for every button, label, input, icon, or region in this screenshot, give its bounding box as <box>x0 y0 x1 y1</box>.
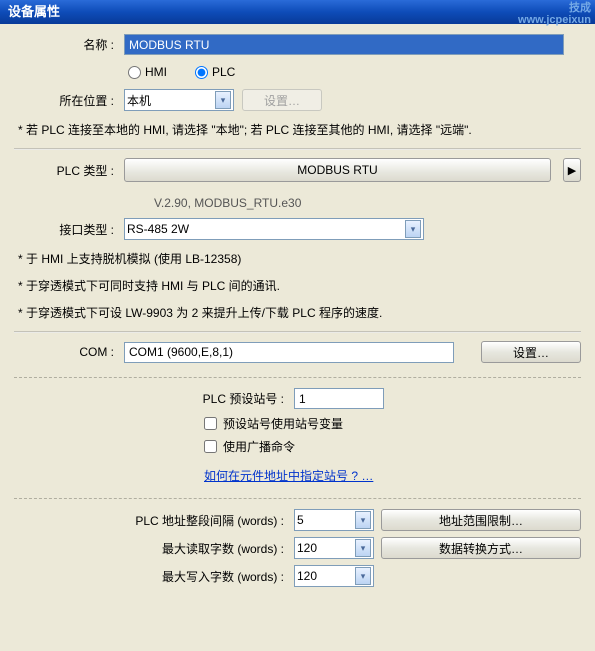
divider-dashed <box>14 377 581 378</box>
chevron-down-icon <box>215 91 231 109</box>
divider <box>14 331 581 333</box>
location-label: 所在位置 : <box>14 92 124 109</box>
addr-interval-select[interactable]: 5 <box>294 509 374 531</box>
name-label: 名称 : <box>14 36 124 53</box>
location-settings-button: 设置… <box>242 89 322 111</box>
note-passthrough2: * 于穿透模式下可设 LW-9903 为 2 来提升上传/下载 PLC 程序的速… <box>18 304 581 321</box>
station-help-link[interactable]: 如何在元件地址中指定站号 ? … <box>204 467 373 484</box>
station-input[interactable] <box>294 388 384 409</box>
com-input <box>124 342 454 363</box>
addr-range-button[interactable]: 地址范围限制… <box>381 509 581 531</box>
name-input[interactable] <box>124 34 564 55</box>
plc-type-button[interactable]: MODBUS RTU <box>124 158 551 182</box>
cb-broadcast[interactable]: 使用广播命令 <box>204 438 581 455</box>
radio-hmi[interactable]: HMI <box>128 65 167 79</box>
plc-type-label: PLC 类型 : <box>14 162 124 179</box>
com-label: COM : <box>14 345 124 359</box>
addr-read-select[interactable]: 120 <box>294 537 374 559</box>
cb-station-variable[interactable]: 预设站号使用站号变量 <box>204 415 581 432</box>
divider <box>14 148 581 150</box>
addr-read-label: 最大读取字数 (words) : <box>14 540 294 557</box>
plc-type-next-button[interactable]: ▶ <box>563 158 581 182</box>
titlebar: 设备属性 技成 www.jcpeixun <box>0 0 595 24</box>
iface-select[interactable]: RS-485 2W <box>124 218 424 240</box>
com-settings-button[interactable]: 设置… <box>481 341 581 363</box>
window-title: 设备属性 <box>8 4 60 19</box>
chevron-down-icon <box>355 511 371 529</box>
location-select[interactable]: 本机 <box>124 89 234 111</box>
chevron-down-icon <box>355 539 371 557</box>
note-passthrough1: * 于穿透模式下可同时支持 HMI 与 PLC 间的通讯. <box>18 277 581 294</box>
note-offline: * 于 HMI 上支持脱机模拟 (使用 LB-12358) <box>18 250 581 267</box>
chevron-down-icon <box>405 220 421 238</box>
plc-version-text: V.2.90, MODBUS_RTU.e30 <box>14 192 581 218</box>
chevron-down-icon <box>355 567 371 585</box>
divider-dashed <box>14 498 581 499</box>
station-label: PLC 预设站号 : <box>14 390 294 407</box>
iface-label: 接口类型 : <box>14 221 124 238</box>
addr-convert-button[interactable]: 数据转换方式… <box>381 537 581 559</box>
note-location: * 若 PLC 连接至本地的 HMI, 请选择 "本地"; 若 PLC 连接至其… <box>18 121 581 138</box>
radio-plc[interactable]: PLC <box>195 65 235 79</box>
addr-write-label: 最大写入字数 (words) : <box>14 568 294 585</box>
addr-write-select[interactable]: 120 <box>294 565 374 587</box>
addr-interval-label: PLC 地址整段间隔 (words) : <box>14 512 294 529</box>
watermark: 技成 www.jcpeixun <box>518 2 591 26</box>
